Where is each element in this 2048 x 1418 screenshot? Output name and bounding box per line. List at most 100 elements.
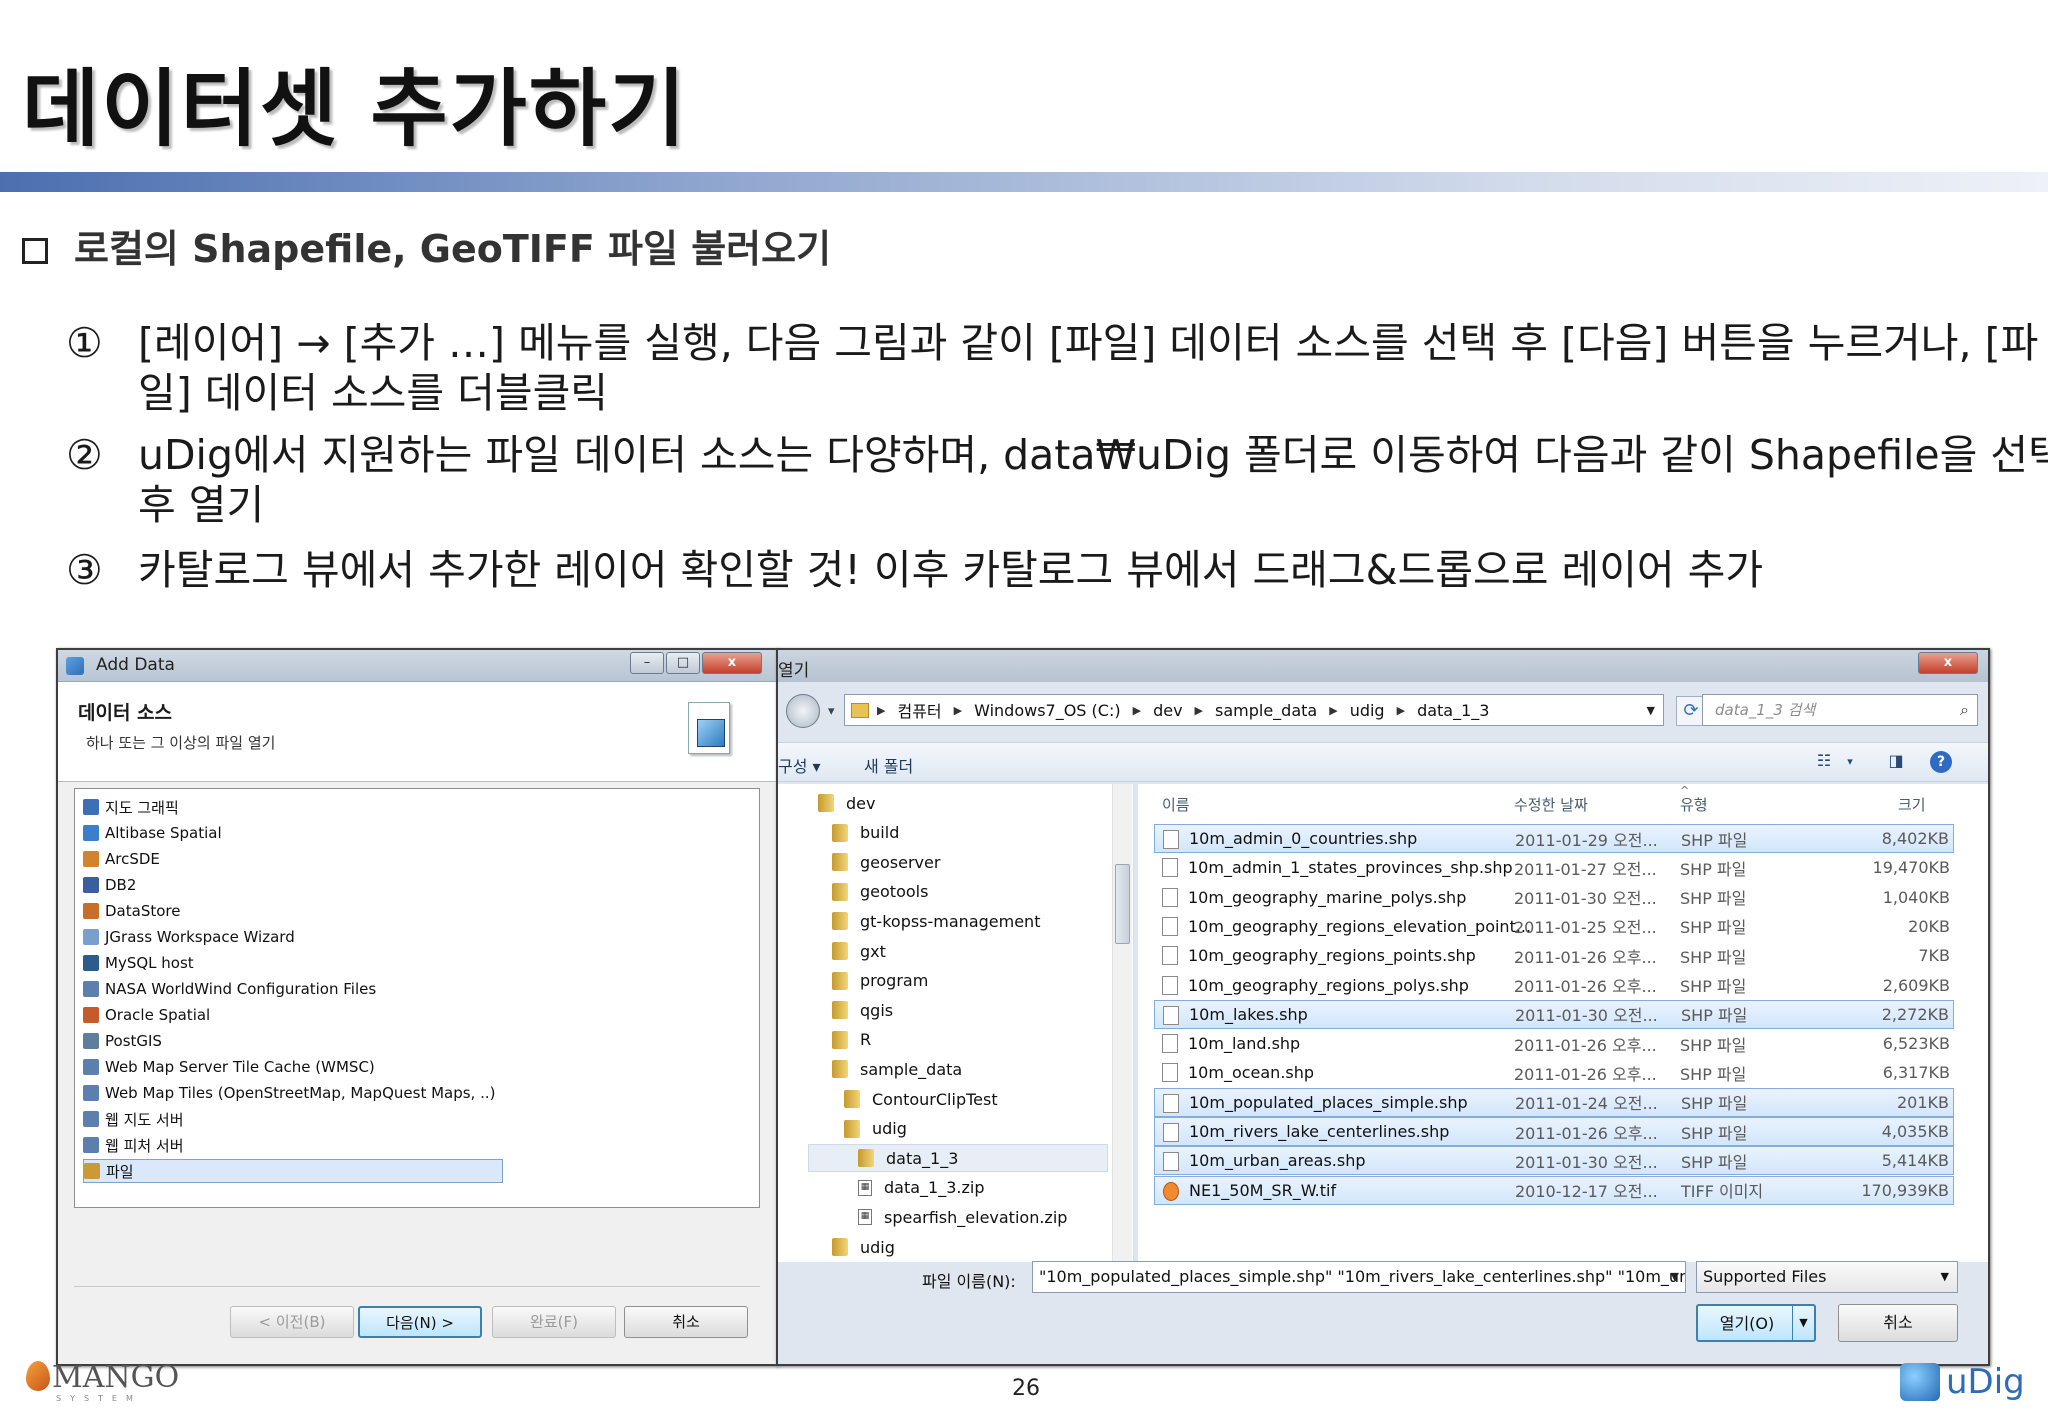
data-source-list[interactable]: 지도 그래픽 Altibase Spatial ArcSDE DB2 DataStore… xyxy=(74,788,760,1208)
maximize-button[interactable]: □ xyxy=(666,652,700,674)
scrollbar-thumb[interactable] xyxy=(1115,864,1130,944)
data-source-item[interactable]: MySQL host xyxy=(83,951,194,975)
file-type: SHP 파일 xyxy=(1681,830,1748,850)
file-row[interactable]: 10m_ocean.shp 2011-01-26 오후... SHP 파일 6,317… xyxy=(1154,1058,1954,1087)
file-type: SHP 파일 xyxy=(1681,1152,1748,1172)
data-source-item[interactable]: Altibase Spatial xyxy=(83,821,222,845)
breadcrumb-item[interactable]: udig xyxy=(1350,701,1385,720)
breadcrumb-separator-icon[interactable]: ▶ xyxy=(1195,704,1203,717)
tree-item[interactable]: udig xyxy=(832,1234,895,1260)
file-row[interactable]: 10m_admin_1_states_provinces_shp.shp 2011… xyxy=(1154,853,1954,882)
file-row[interactable]: 10m_rivers_lake_centerlines.shp 2011-01-2… xyxy=(1154,1117,1954,1146)
data-source-item[interactable]: NASA WorldWind Configuration Files xyxy=(83,977,376,1001)
breadcrumb-item[interactable]: dev xyxy=(1153,701,1182,720)
tree-item[interactable]: data_1_3 xyxy=(858,1145,958,1171)
file-list[interactable]: ^ 이름 수정한 날짜 유형 크기 10m_admin_0_countries.… xyxy=(1138,784,1988,1262)
data-source-item[interactable]: 웹 지도 서버 xyxy=(83,1107,184,1131)
tree-item[interactable]: geotools xyxy=(832,879,928,905)
folder-tree[interactable]: dev build geoserver geotools gt-kopss-manage… xyxy=(778,784,1134,1262)
search-input[interactable]: data_1_3 검색 ⌕ xyxy=(1702,694,1978,726)
address-history-dropdown-icon[interactable]: ▼ xyxy=(1647,704,1655,717)
column-header-type[interactable]: 유형 xyxy=(1680,794,1708,815)
tree-item[interactable]: R xyxy=(832,1027,871,1053)
tree-item[interactable]: program xyxy=(832,968,928,994)
tree-item[interactable]: geoserver xyxy=(832,849,940,875)
column-header-modified[interactable]: 수정한 날짜 xyxy=(1514,794,1588,815)
data-source-item[interactable]: 웹 피처 서버 xyxy=(83,1133,184,1157)
breadcrumb-item[interactable]: Windows7_OS (C:) xyxy=(974,701,1120,720)
file-row[interactable]: 10m_geography_regions_elevation_point...… xyxy=(1154,912,1954,941)
mango-drop-icon xyxy=(26,1361,50,1391)
data-source-item[interactable]: Web Map Tiles (OpenStreetMap, MapQuest M… xyxy=(83,1081,495,1105)
file-row[interactable]: 10m_admin_0_countries.shp 2011-01-29 오전..… xyxy=(1154,824,1954,853)
breadcrumb-separator-icon[interactable]: ▶ xyxy=(1133,704,1141,717)
preview-pane-icon[interactable]: ◨ xyxy=(1884,751,1908,773)
column-header-size[interactable]: 크기 xyxy=(1898,794,1926,815)
close-button[interactable]: x xyxy=(1918,652,1978,674)
file-row[interactable]: 10m_lakes.shp 2011-01-30 오전... SHP 파일 2,272… xyxy=(1154,999,1954,1029)
breadcrumb-item[interactable]: sample_data xyxy=(1215,701,1317,720)
breadcrumb-separator-icon[interactable]: ▶ xyxy=(1329,704,1337,717)
file-row[interactable]: 10m_geography_regions_points.shp 2011-01-… xyxy=(1154,941,1954,970)
finish-button[interactable]: 완료(F) xyxy=(492,1306,616,1338)
open-split-arrow-icon[interactable]: ▼ xyxy=(1792,1306,1814,1340)
tree-item[interactable]: sample_data xyxy=(832,1056,962,1082)
file-row[interactable]: 10m_populated_places_simple.shp 2011-01-2… xyxy=(1154,1087,1954,1117)
recent-locations-dropdown-icon[interactable]: ▾ xyxy=(828,704,835,719)
help-icon[interactable]: ? xyxy=(1930,751,1952,773)
breadcrumb-item[interactable]: data_1_3 xyxy=(1417,701,1489,720)
breadcrumb-separator-icon[interactable]: ▶ xyxy=(877,704,885,717)
data-source-item[interactable]: 파일 xyxy=(83,1159,503,1183)
chevron-down-icon[interactable]: ▼ xyxy=(1941,1262,1949,1292)
new-folder-button[interactable]: 새 폴더 xyxy=(864,753,913,777)
tree-item[interactable]: ▦ spearfish_elevation.zip xyxy=(858,1204,1067,1230)
data-source-item[interactable]: JGrass Workspace Wizard xyxy=(83,925,295,949)
file-row[interactable]: 10m_geography_marine_polys.shp 2011-01-30… xyxy=(1154,883,1954,912)
tree-item[interactable]: gt-kopss-management xyxy=(832,908,1040,934)
back-forward-nav-icon[interactable] xyxy=(786,694,820,728)
minimize-button[interactable]: – xyxy=(630,652,664,674)
file-row[interactable]: 10m_urban_areas.shp 2011-01-30 오전... SHP 파… xyxy=(1154,1146,1954,1176)
tree-item[interactable]: qgis xyxy=(832,997,893,1023)
breadcrumb-item[interactable]: 컴퓨터 xyxy=(897,698,941,722)
column-header-name[interactable]: 이름 xyxy=(1162,794,1190,815)
close-button[interactable]: x xyxy=(702,652,762,674)
data-source-item[interactable]: ArcSDE xyxy=(83,847,160,871)
filetype-select[interactable]: Supported Files ▼ xyxy=(1696,1261,1958,1293)
address-bar[interactable]: ▶ 컴퓨터 ▶ Windows7_OS (C:) ▶ dev ▶ sample_data ▶ ud… xyxy=(844,694,1664,726)
data-source-item[interactable]: Oracle Spatial xyxy=(83,1003,210,1027)
cancel-button[interactable]: 취소 xyxy=(1838,1304,1958,1342)
data-source-label: 웹 지도 서버 xyxy=(105,1110,184,1129)
tree-item[interactable]: build xyxy=(832,820,899,846)
file-row[interactable]: NE1_50M_SR_W.tif 2010-12-17 오전... TIFF 이미지… xyxy=(1154,1175,1954,1205)
tree-scrollbar[interactable] xyxy=(1112,784,1132,1262)
tree-item[interactable]: dev xyxy=(818,790,875,816)
data-source-item[interactable]: Web Map Server Tile Cache (WMSC) xyxy=(83,1055,375,1079)
search-icon[interactable]: ⌕ xyxy=(1960,695,1969,725)
dialog-titlebar[interactable]: 열기 x xyxy=(778,650,1988,682)
open-button[interactable]: 열기(O) ▼ xyxy=(1696,1304,1816,1342)
tree-item[interactable]: gxt xyxy=(832,938,886,964)
tree-item[interactable]: ContourClipTest xyxy=(844,1086,998,1112)
view-options-icon[interactable]: ☷ xyxy=(1812,751,1836,773)
dialog-titlebar[interactable]: Add Data – □ x xyxy=(58,650,776,682)
next-button[interactable]: 다음(N) > xyxy=(358,1306,482,1338)
data-source-item[interactable]: DB2 xyxy=(83,873,136,897)
wizard-header: 데이터 소스 하나 또는 그 이상의 파일 열기 xyxy=(58,682,776,782)
breadcrumb-separator-icon[interactable]: ▶ xyxy=(1397,704,1405,717)
breadcrumb-separator-icon[interactable]: ▶ xyxy=(954,704,962,717)
tree-item-label: data_1_3 xyxy=(886,1148,959,1168)
tree-item[interactable]: udig xyxy=(844,1116,907,1142)
cancel-button[interactable]: 취소 xyxy=(624,1306,748,1338)
data-source-item[interactable]: 지도 그래픽 xyxy=(83,795,179,819)
tree-item[interactable]: ▦ data_1_3.zip xyxy=(858,1175,984,1201)
data-source-item[interactable]: DataStore xyxy=(83,899,180,923)
organize-menu[interactable]: 구성 ▾ xyxy=(778,753,821,777)
filename-field[interactable]: "10m_populated_places_simple.shp" "10m_r… xyxy=(1032,1261,1686,1293)
file-row[interactable]: 10m_land.shp 2011-01-26 오후... SHP 파일 6,523K… xyxy=(1154,1029,1954,1058)
view-dropdown-icon[interactable]: ▾ xyxy=(1838,755,1862,777)
data-source-item[interactable]: PostGIS xyxy=(83,1029,162,1053)
file-row[interactable]: 10m_geography_regions_polys.shp 2011-01-2… xyxy=(1154,971,1954,1000)
back-button[interactable]: < 이전(B) xyxy=(230,1306,354,1338)
chevron-down-icon[interactable]: ▼ xyxy=(1671,1262,1679,1292)
